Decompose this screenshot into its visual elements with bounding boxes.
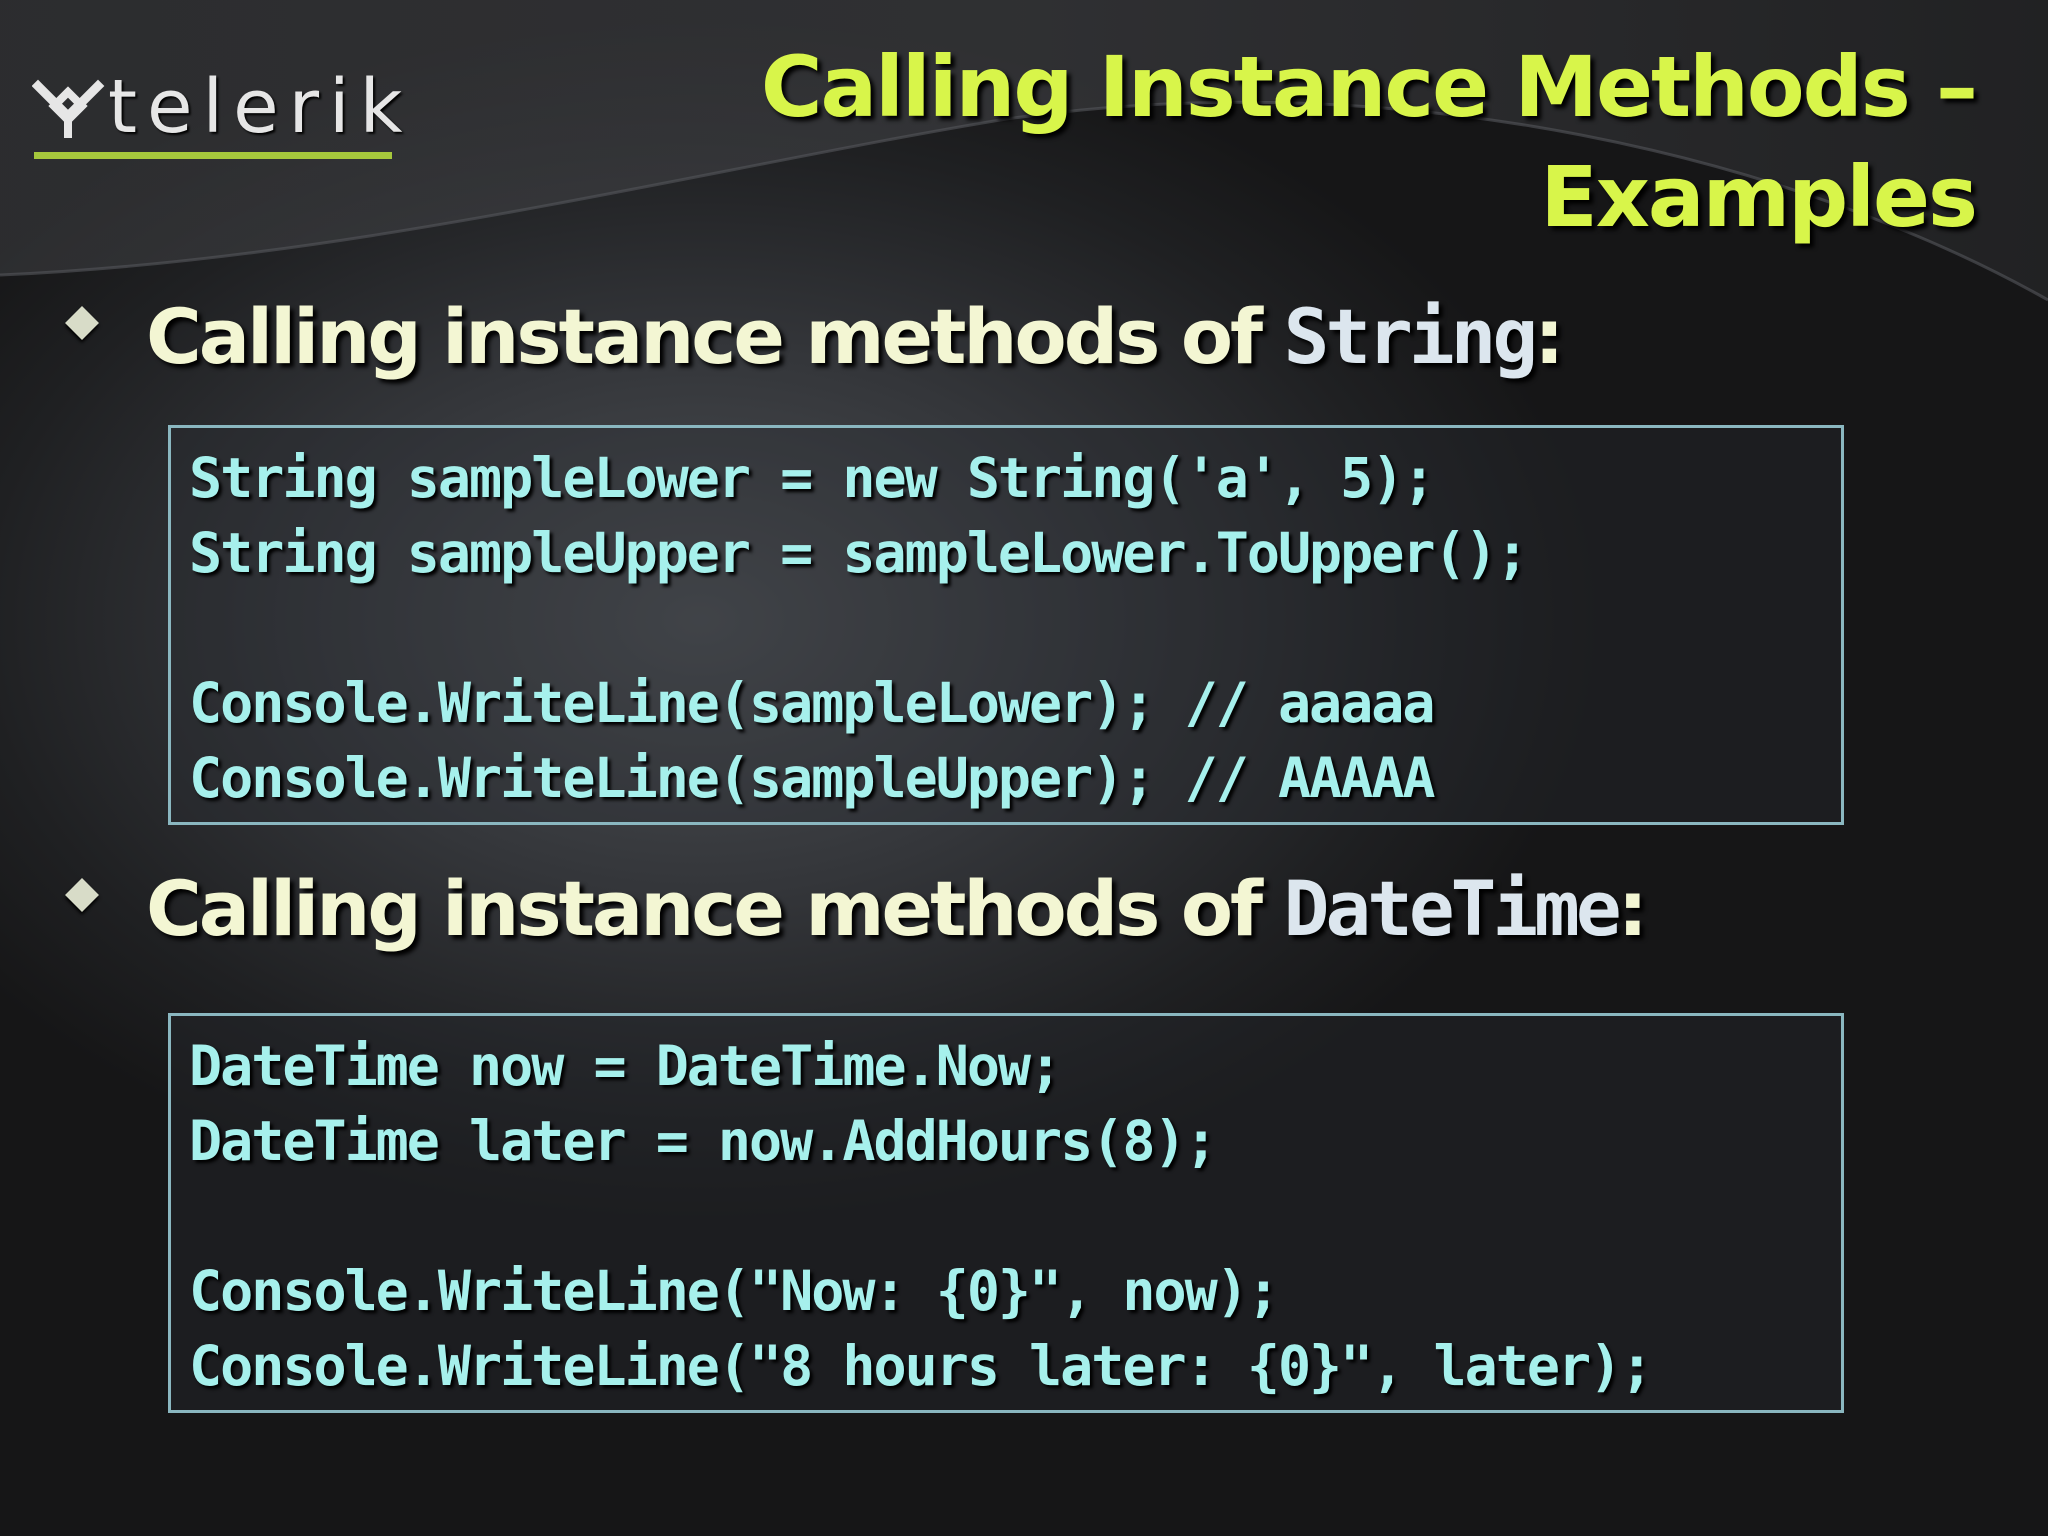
bullet-text: Calling instance methods of DateTime: bbox=[146, 863, 1648, 953]
code-block-string: String sampleLower = new String('a', 5);… bbox=[168, 425, 1844, 825]
slide-title-line-1: Calling Instance Methods – bbox=[760, 38, 1978, 136]
bullet-string: Calling instance methods of String: bbox=[65, 286, 1565, 386]
slide-title-line-2: Examples bbox=[1540, 148, 1978, 246]
logo-text: telerik bbox=[108, 64, 413, 150]
telerik-logo-icon bbox=[32, 79, 105, 138]
code-line: DateTime now = DateTime.Now; bbox=[189, 1034, 1062, 1098]
telerik-logo: telerik bbox=[32, 62, 402, 159]
bullet-prefix: Calling instance methods of bbox=[146, 863, 1284, 953]
code-line: DateTime later = now.AddHours(8); bbox=[189, 1109, 1218, 1173]
diamond-bullet-icon bbox=[65, 306, 99, 340]
bullet-suffix: : bbox=[1534, 291, 1564, 381]
code-line: String sampleLower = new String('a', 5); bbox=[189, 446, 1436, 510]
logo-underline bbox=[34, 152, 392, 159]
bullet-datetime: Calling instance methods of DateTime: bbox=[65, 858, 1648, 958]
slide-title: Calling Instance Methods – Examples bbox=[676, 32, 1978, 252]
bullet-text: Calling instance methods of String: bbox=[146, 291, 1565, 381]
bullet-code: String bbox=[1283, 291, 1539, 381]
slide: telerik Calling Instance Methods – Examp… bbox=[0, 0, 2048, 1536]
code-line: Console.WriteLine(sampleUpper); // AAAAA bbox=[189, 746, 1436, 810]
code-line: Console.WriteLine("8 hours later: {0}", … bbox=[189, 1334, 1653, 1398]
code-line: String sampleUpper = sampleLower.ToUpper… bbox=[189, 521, 1529, 585]
bullet-suffix: : bbox=[1617, 863, 1648, 953]
code-line: Console.WriteLine(sampleLower); // aaaaa bbox=[189, 671, 1436, 735]
bullet-prefix: Calling instance methods of bbox=[146, 291, 1284, 381]
bullet-code: DateTime bbox=[1283, 863, 1622, 953]
diamond-bullet-icon bbox=[65, 878, 99, 912]
code-line: Console.WriteLine("Now: {0}", now); bbox=[189, 1259, 1280, 1323]
code-block-datetime: DateTime now = DateTime.Now; DateTime la… bbox=[168, 1013, 1844, 1413]
